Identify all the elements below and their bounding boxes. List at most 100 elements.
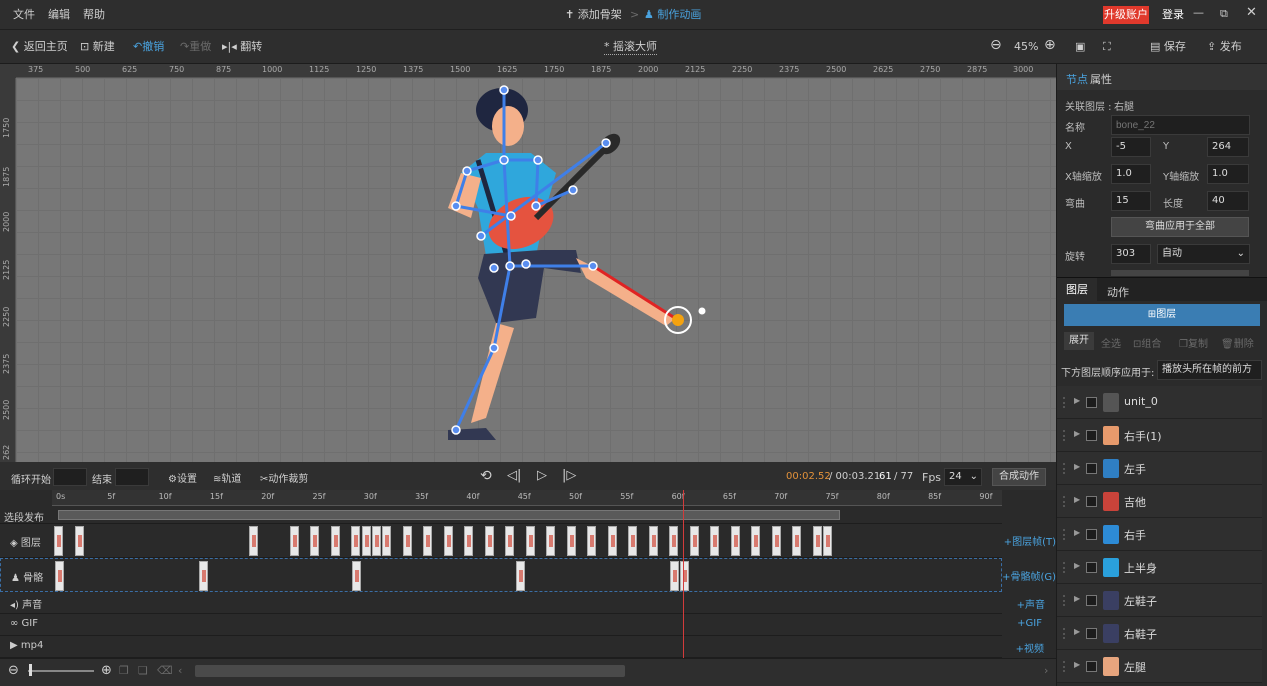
rotate-handle[interactable] [698, 307, 706, 315]
login-button[interactable]: 登录 [1162, 7, 1184, 23]
back-home-button[interactable]: ❮ 返回主页 [11, 39, 68, 55]
layer-keyframe[interactable] [361, 526, 371, 556]
track-button[interactable]: ≋轨道 [213, 470, 241, 485]
tab-actions[interactable]: 动作 [1107, 284, 1129, 300]
zoom-slider-thumb[interactable] [29, 664, 32, 676]
add-bone-frame-button[interactable]: +骨骼帧(G) [1002, 568, 1056, 583]
x-field[interactable]: -5 [1111, 137, 1151, 157]
layer-keyframe[interactable] [669, 526, 678, 556]
layer-keyframe[interactable] [628, 526, 637, 556]
layer-keyframe[interactable] [382, 526, 391, 556]
layer-checkbox[interactable] [1086, 496, 1097, 507]
selected-bone[interactable] [592, 264, 679, 322]
group-button[interactable]: ⊡组合 [1133, 335, 1161, 350]
paste-icon[interactable]: ❏ [138, 664, 148, 677]
stage-canvas[interactable] [16, 78, 1056, 462]
bone-keyframe[interactable] [516, 561, 526, 591]
drag-handle-icon[interactable] [1063, 430, 1067, 441]
layer-item[interactable]: ▶ 右鞋子 [1057, 617, 1262, 650]
layer-checkbox[interactable] [1086, 595, 1097, 606]
layer-checkbox[interactable] [1086, 628, 1097, 639]
fit-screen-icon[interactable]: ▣ [1075, 39, 1085, 55]
y-field[interactable]: 264 [1207, 137, 1249, 157]
publish-button[interactable]: ⇪ 发布 [1207, 39, 1242, 55]
layer-keyframe[interactable] [730, 526, 740, 556]
scroll-right-icon[interactable]: › [1044, 664, 1048, 677]
drag-handle-icon[interactable] [1063, 397, 1067, 408]
layer-checkbox[interactable] [1086, 529, 1097, 540]
apply-bend-button[interactable]: 弯曲应用于全部 [1111, 217, 1249, 237]
expand-arrow-icon[interactable]: ▶ [1074, 429, 1080, 438]
layer-keyframe[interactable] [351, 526, 361, 556]
bone-keyframe[interactable] [55, 561, 64, 591]
project-title[interactable]: * 摇滚大师 [604, 39, 657, 55]
play-icon[interactable]: ▷ [537, 468, 547, 483]
layer-checkbox[interactable] [1086, 661, 1097, 672]
layer-keyframe[interactable] [648, 526, 658, 556]
drag-handle-icon[interactable] [1063, 628, 1067, 639]
layer-keyframe[interactable] [812, 526, 822, 556]
minimize-icon[interactable]: — [1193, 5, 1204, 21]
step-make-anim[interactable]: ♟ 制作动画 [644, 7, 701, 23]
next-frame-icon[interactable]: |▷ [562, 468, 576, 483]
layer-keyframe[interactable] [289, 526, 299, 556]
layer-keyframe[interactable] [74, 526, 84, 556]
drag-handle-icon[interactable] [1063, 529, 1067, 540]
add-sound-button[interactable]: +声音 [1017, 596, 1045, 611]
settings-button[interactable]: ⚙设置 [168, 470, 197, 485]
xscale-field[interactable]: 1.0 [1111, 164, 1151, 184]
zoom-out-icon[interactable]: ⊖ [8, 663, 19, 678]
drag-handle-icon[interactable] [1063, 562, 1067, 573]
expand-arrow-icon[interactable]: ▶ [1074, 561, 1080, 570]
trash-icon[interactable]: ⌫ [157, 664, 173, 677]
layer-checkbox[interactable] [1086, 562, 1097, 573]
yscale-field[interactable]: 1.0 [1207, 164, 1249, 184]
drag-handle-icon[interactable] [1063, 496, 1067, 507]
add-layer-frame-button[interactable]: +图层帧(T) [1004, 533, 1056, 548]
expand-arrow-icon[interactable]: ▶ [1074, 495, 1080, 504]
compose-button[interactable]: 合成动作 [992, 468, 1046, 486]
rotate-mode-select[interactable]: 自动 ⌄ [1157, 244, 1250, 264]
copy-button[interactable]: ❐复制 [1179, 335, 1208, 350]
expand-button[interactable]: 展开 [1064, 332, 1094, 350]
add-gif-button[interactable]: +GIF [1017, 618, 1042, 629]
bone-keyframe[interactable] [352, 561, 362, 591]
layer-keyframe[interactable] [792, 526, 801, 556]
flip-button[interactable]: ▸|◂ 翻转 [222, 39, 262, 55]
expand-arrow-icon[interactable]: ▶ [1074, 396, 1080, 405]
layer-checkbox[interactable] [1086, 397, 1097, 408]
horizontal-scrollbar[interactable] [195, 665, 625, 677]
character-rig[interactable] [16, 78, 1056, 462]
bend-field[interactable]: 15 [1111, 191, 1151, 211]
redo-button[interactable]: ↷重做 [180, 39, 211, 55]
layer-checkbox[interactable] [1086, 430, 1097, 441]
linked-layer-value[interactable]: 右腿 [1114, 98, 1134, 113]
select-all-button[interactable]: 全选 [1101, 335, 1121, 350]
fps-select[interactable]: 24 ⌄ [944, 468, 982, 486]
layer-item[interactable]: ▶ 吉他 [1057, 485, 1262, 518]
layer-keyframe[interactable] [751, 526, 760, 556]
layer-keyframe[interactable] [484, 526, 494, 556]
layer-keyframe[interactable] [371, 526, 381, 556]
layer-keyframe[interactable] [771, 526, 781, 556]
loop-start-field[interactable] [53, 468, 87, 486]
drag-handle-icon[interactable] [1063, 595, 1067, 606]
expand-arrow-icon[interactable]: ▶ [1074, 462, 1080, 471]
expand-arrow-icon[interactable]: ▶ [1074, 594, 1080, 603]
tab-attr[interactable]: 属性 [1090, 71, 1112, 87]
expand-arrow-icon[interactable]: ▶ [1074, 627, 1080, 636]
layer-keyframe[interactable] [402, 526, 412, 556]
layer-keyframe[interactable] [423, 526, 432, 556]
layer-keyframe[interactable] [54, 526, 63, 556]
undo-button[interactable]: ↶撤销 [133, 39, 164, 55]
tab-layers[interactable]: 图层 [1057, 278, 1097, 302]
end-field[interactable] [115, 468, 149, 486]
add-video-button[interactable]: +视频 [1016, 640, 1044, 655]
frame-ruler[interactable]: 0s 5f 10f 15f 20f 25f 30f 35f 40f 45f 50f 55f 60f 65f… [52, 490, 1002, 506]
layer-keyframe[interactable] [710, 526, 719, 556]
layer-item[interactable]: ▶ 左手 [1057, 452, 1262, 485]
expand-arrow-icon[interactable]: ▶ [1074, 528, 1080, 537]
zoom-in-icon[interactable]: ⊕ [101, 663, 112, 678]
layer-keyframe[interactable] [566, 526, 576, 556]
layer-keyframe[interactable] [248, 526, 258, 556]
